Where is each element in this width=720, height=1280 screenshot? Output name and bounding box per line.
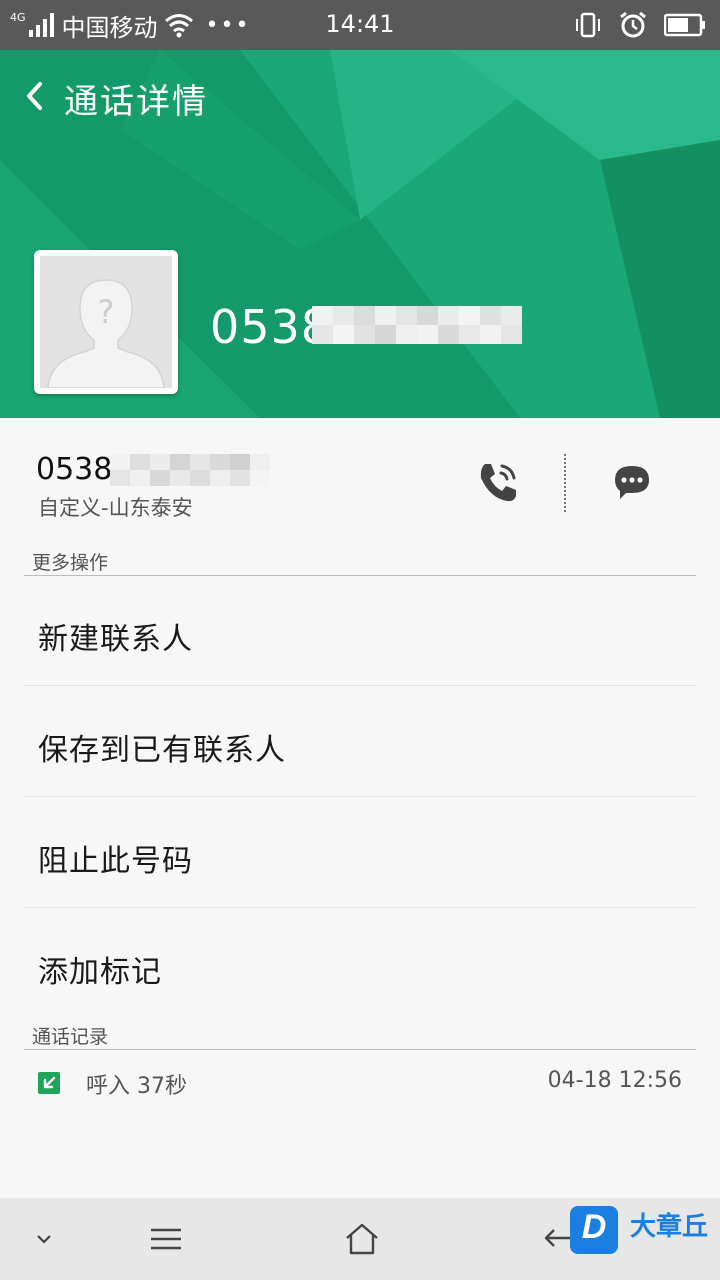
contact-number-redaction-mosaic	[110, 454, 270, 486]
action-divider	[564, 454, 566, 512]
alarm-icon	[620, 11, 646, 38]
add-tag-item[interactable]: 添加标记	[24, 909, 696, 1019]
call-type-duration: 呼入 37秒	[86, 1068, 187, 1100]
new-contact-label: 新建联系人	[38, 622, 193, 657]
menu-nav-button[interactable]	[126, 1198, 206, 1280]
svg-text:?: ?	[98, 293, 115, 331]
message-icon[interactable]	[612, 462, 652, 502]
call-log-label: 通话记录	[32, 1026, 109, 1048]
more-actions-label: 更多操作	[32, 552, 109, 574]
status-right	[574, 8, 706, 42]
menu-icon	[151, 1228, 181, 1250]
status-bar: 4G 中国移动 ••• 14:41	[0, 0, 720, 50]
watermark-logo-icon: D	[570, 1206, 618, 1254]
chevron-down-icon	[37, 1235, 51, 1244]
save-to-existing-contact-label: 保存到已有联系人	[38, 733, 286, 768]
new-contact-item[interactable]: 新建联系人	[24, 576, 696, 686]
number-location: 自定义-山东泰安	[38, 496, 193, 520]
block-number-item[interactable]: 阻止此号码	[24, 798, 696, 908]
page-title: 通话详情	[64, 82, 208, 122]
battery-icon	[664, 13, 705, 37]
hide-nav-button[interactable]	[4, 1198, 84, 1280]
call-duration: 37秒	[137, 1074, 188, 1099]
detail-header: 通话详情 ? 0538	[0, 50, 720, 418]
save-to-existing-contact-item[interactable]: 保存到已有联系人	[24, 687, 696, 797]
contact-phone-number[interactable]: 0538	[36, 452, 112, 487]
unknown-person-icon: ?	[40, 256, 172, 388]
vibrate-icon	[576, 12, 600, 38]
call-time: 04-18 12:56	[547, 1068, 682, 1093]
site-watermark: D 大章丘	[570, 1206, 720, 1272]
block-number-label: 阻止此号码	[38, 844, 193, 879]
call-phone-icon[interactable]	[472, 456, 524, 508]
add-tag-label: 添加标记	[38, 955, 162, 990]
incoming-call-icon	[38, 1072, 60, 1094]
avatar-placeholder: ?	[40, 256, 172, 388]
back-arrow-icon[interactable]	[22, 78, 48, 114]
watermark-text: 大章丘	[630, 1212, 709, 1242]
contact-row: 0538 自定义-山东泰安	[0, 418, 720, 538]
home-icon	[346, 1223, 378, 1255]
call-log-entry: 呼入 37秒 04-18 12:56	[24, 1050, 696, 1114]
avatar[interactable]: ?	[34, 250, 178, 394]
home-nav-button[interactable]	[322, 1198, 402, 1280]
number-redaction-mosaic	[312, 306, 522, 344]
call-type: 呼入	[86, 1074, 131, 1099]
